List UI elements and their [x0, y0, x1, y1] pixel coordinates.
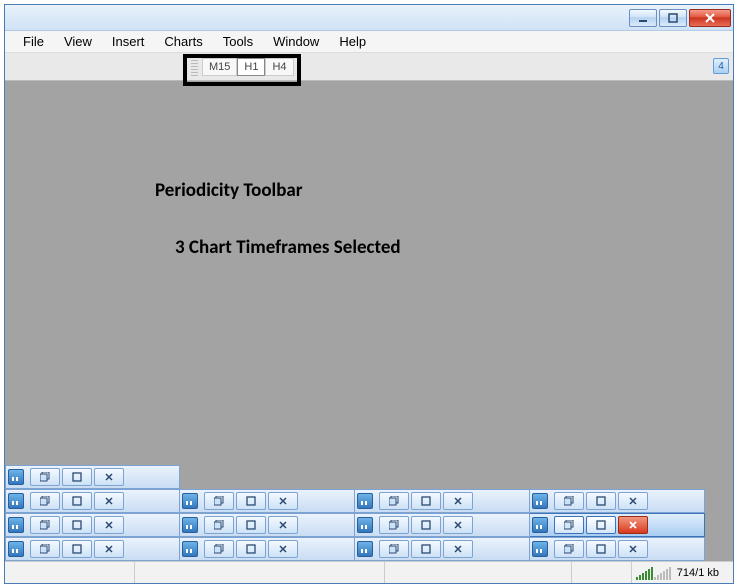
maximize-icon[interactable] — [236, 492, 266, 510]
maximize-icon[interactable] — [62, 492, 92, 510]
maximize-icon[interactable] — [236, 540, 266, 558]
status-traffic: 714/1 kb — [677, 567, 719, 579]
menu-view[interactable]: View — [54, 32, 102, 51]
restore-icon[interactable] — [554, 492, 584, 510]
status-cell — [5, 562, 135, 583]
toolbar-row: M15 H1 H4 4 — [5, 53, 733, 81]
chart-icon — [182, 541, 198, 557]
chart-icon — [357, 517, 373, 533]
statusbar: 714/1 kb — [5, 561, 733, 583]
chart-mdi-area: Periodicity Toolbar 3 Chart Timeframes S… — [5, 81, 733, 561]
minimized-chart[interactable] — [180, 489, 355, 513]
timeframe-h4-button[interactable]: H4 — [265, 58, 293, 76]
close-icon[interactable] — [94, 540, 124, 558]
chart-icon — [532, 541, 548, 557]
titlebar — [5, 5, 733, 31]
close-icon[interactable] — [443, 516, 473, 534]
close-icon[interactable] — [268, 492, 298, 510]
chart-icon — [532, 517, 548, 533]
status-cell — [385, 562, 572, 583]
app-window: File View Insert Charts Tools Window Hel… — [4, 4, 734, 584]
restore-icon[interactable] — [204, 516, 234, 534]
minimized-chart[interactable] — [5, 513, 180, 537]
chart-icon — [357, 493, 373, 509]
restore-icon[interactable] — [379, 516, 409, 534]
status-connection: 714/1 kb — [632, 562, 733, 583]
chart-icon — [182, 493, 198, 509]
restore-icon[interactable] — [554, 540, 584, 558]
restore-icon[interactable] — [204, 492, 234, 510]
menu-help[interactable]: Help — [329, 32, 376, 51]
restore-icon[interactable] — [379, 540, 409, 558]
close-icon[interactable] — [94, 492, 124, 510]
menu-tools[interactable]: Tools — [213, 32, 263, 51]
toolbar-notification-badge[interactable]: 4 — [713, 58, 729, 74]
maximize-icon[interactable] — [62, 468, 92, 486]
restore-icon[interactable] — [30, 468, 60, 486]
maximize-icon[interactable] — [411, 540, 441, 558]
annotation-periodicity-label: Periodicity Toolbar — [155, 179, 303, 202]
toolbar-grip-icon[interactable] — [191, 57, 198, 77]
close-icon[interactable] — [443, 492, 473, 510]
restore-icon[interactable] — [30, 516, 60, 534]
minimized-chart[interactable] — [355, 489, 530, 513]
menubar: File View Insert Charts Tools Window Hel… — [5, 31, 733, 53]
minimized-chart[interactable] — [355, 537, 530, 561]
chart-icon — [8, 541, 24, 557]
minimized-chart[interactable] — [180, 537, 355, 561]
close-button[interactable] — [689, 9, 731, 27]
maximize-button[interactable] — [659, 9, 687, 27]
close-icon[interactable] — [618, 516, 648, 534]
status-cell — [135, 562, 385, 583]
close-icon[interactable] — [443, 540, 473, 558]
menu-insert[interactable]: Insert — [102, 32, 155, 51]
minimized-chart[interactable] — [530, 489, 705, 513]
menu-file[interactable]: File — [13, 32, 54, 51]
periodicity-toolbar: M15 H1 H4 — [191, 56, 294, 78]
chart-icon — [8, 469, 24, 485]
minimized-chart[interactable] — [5, 489, 180, 513]
restore-icon[interactable] — [30, 540, 60, 558]
minimized-chart[interactable] — [5, 537, 180, 561]
close-icon[interactable] — [94, 468, 124, 486]
maximize-icon[interactable] — [586, 540, 616, 558]
restore-icon[interactable] — [30, 492, 60, 510]
chart-icon — [532, 493, 548, 509]
restore-icon[interactable] — [554, 516, 584, 534]
maximize-icon[interactable] — [62, 516, 92, 534]
chart-icon — [182, 517, 198, 533]
maximize-icon[interactable] — [236, 516, 266, 534]
menu-window[interactable]: Window — [263, 32, 329, 51]
minimized-chart[interactable] — [5, 465, 180, 489]
annotation-timeframes-selected: 3 Chart Timeframes Selected — [175, 236, 401, 259]
restore-icon[interactable] — [204, 540, 234, 558]
timeframe-h1-button[interactable]: H1 — [237, 58, 265, 76]
maximize-icon[interactable] — [411, 516, 441, 534]
minimized-chart-active[interactable] — [530, 513, 705, 537]
minimized-chart[interactable] — [530, 537, 705, 561]
close-icon[interactable] — [94, 516, 124, 534]
restore-icon[interactable] — [379, 492, 409, 510]
signal-icon — [636, 566, 671, 580]
chart-icon — [8, 493, 24, 509]
maximize-icon[interactable] — [586, 492, 616, 510]
timeframe-m15-button[interactable]: M15 — [202, 58, 237, 76]
chart-icon — [8, 517, 24, 533]
close-icon[interactable] — [618, 540, 648, 558]
close-icon[interactable] — [618, 492, 648, 510]
minimize-button[interactable] — [629, 9, 657, 27]
minimized-chart[interactable] — [355, 513, 530, 537]
maximize-icon[interactable] — [411, 492, 441, 510]
close-icon[interactable] — [268, 540, 298, 558]
maximize-icon[interactable] — [586, 516, 616, 534]
minimized-chart[interactable] — [180, 513, 355, 537]
status-cell — [572, 562, 632, 583]
menu-charts[interactable]: Charts — [154, 32, 212, 51]
minimized-charts-area — [5, 465, 733, 561]
maximize-icon[interactable] — [62, 540, 92, 558]
chart-icon — [357, 541, 373, 557]
close-icon[interactable] — [268, 516, 298, 534]
